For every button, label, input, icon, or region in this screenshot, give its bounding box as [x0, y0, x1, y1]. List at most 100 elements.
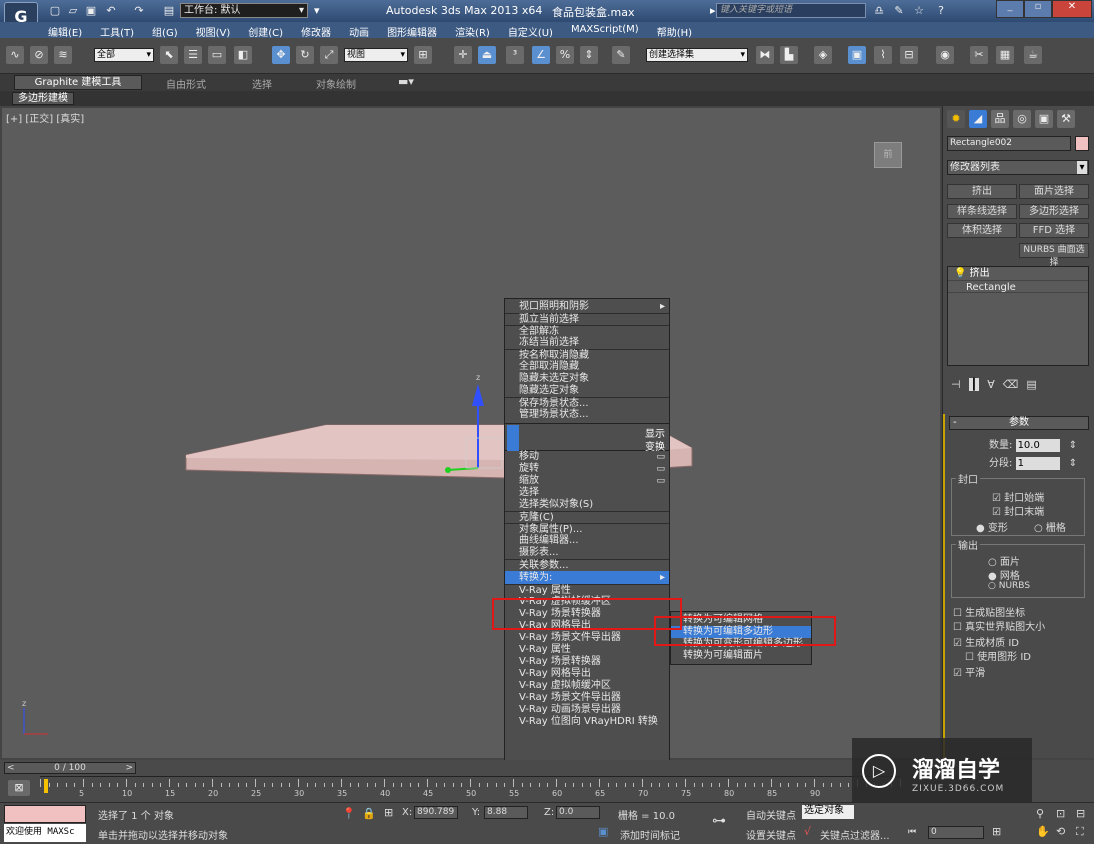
- unlink-icon[interactable]: ⊘: [30, 46, 48, 64]
- select-by-name-icon[interactable]: ☰: [184, 46, 202, 64]
- project-folder-icon[interactable]: ▤: [160, 2, 178, 20]
- menu-move[interactable]: 移动 ▭: [505, 451, 669, 463]
- segments-spinner[interactable]: 1: [1015, 457, 1060, 470]
- menu-scale[interactable]: 缩放 ▭: [505, 475, 669, 487]
- new-file-icon[interactable]: ▢: [46, 2, 64, 20]
- title-menu-arrow-icon[interactable]: ▾: [314, 4, 320, 17]
- settings-box-icon[interactable]: ▭: [656, 451, 665, 463]
- goto-start-icon[interactable]: ⏮: [908, 827, 916, 837]
- zoom-all-icon[interactable]: ⊟: [1076, 807, 1085, 820]
- lightbulb-icon[interactable]: 💡: [954, 268, 966, 279]
- menu-manage-scene-states[interactable]: 管理场景状态...: [505, 409, 669, 421]
- menu-rendering[interactable]: 渲染(R): [455, 24, 490, 39]
- mod-button-extrude[interactable]: 挤出: [947, 184, 1017, 199]
- maximize-button[interactable]: ▫: [1024, 0, 1052, 18]
- make-unique-icon[interactable]: ∀: [987, 378, 995, 391]
- gen-mat-ids-checkbox[interactable]: ☑ 生成材质 ID: [953, 634, 1019, 649]
- edit-named-sets-icon[interactable]: ✎: [612, 46, 630, 64]
- remove-modifier-icon[interactable]: ⌫: [1003, 378, 1019, 391]
- menu-graph-editors[interactable]: 图形编辑器: [387, 24, 437, 39]
- rendered-frame-icon[interactable]: ▦: [996, 46, 1014, 64]
- time-config-icon[interactable]: ⊞: [992, 825, 1001, 838]
- cap-end-checkbox[interactable]: ☑ 封口末端: [992, 503, 1044, 518]
- output-nurbs-radio[interactable]: ○ NURBS: [988, 581, 1030, 591]
- z-coord-field[interactable]: 0.0: [556, 806, 600, 819]
- menu-customize[interactable]: 自定义(U): [508, 24, 553, 39]
- menu-convert-patch[interactable]: 转换为可编辑面片: [671, 650, 811, 662]
- menu-convert-to[interactable]: 转换为: ▸: [505, 571, 669, 584]
- menu-select-similar[interactable]: 选择类似对象(S): [505, 499, 669, 511]
- tab-object-paint[interactable]: 对象绘制: [316, 76, 356, 91]
- tools-icon[interactable]: ✎: [890, 2, 908, 20]
- object-name-field[interactable]: Rectangle002: [947, 136, 1071, 151]
- mini-curve-editor-icon[interactable]: ⊠: [8, 780, 30, 796]
- viewport-front[interactable]: [+] [正交] [真实] 前 z z 视口照明和阴影 ▸ 孤立当前选择 全部解冻…: [2, 108, 940, 788]
- modifier-list-dropdown[interactable]: 修改器列表 ▾: [947, 160, 1089, 175]
- mod-button-ffd-select[interactable]: FFD 选择: [1019, 223, 1089, 238]
- tab-freeform[interactable]: 自由形式: [166, 76, 206, 91]
- mirror-icon[interactable]: ⧓: [756, 46, 774, 64]
- display-tab-icon[interactable]: ▣: [1035, 110, 1053, 128]
- zoom-extents-icon[interactable]: ⊡: [1056, 807, 1065, 820]
- params-header[interactable]: - 参数: [949, 416, 1089, 430]
- time-prev-icon[interactable]: <: [7, 763, 15, 773]
- close-button[interactable]: ✕: [1052, 0, 1092, 18]
- menu-wire-parameters[interactable]: 关联参数...: [505, 559, 669, 571]
- menu-vray-properties-2[interactable]: V-Ray 属性: [505, 644, 669, 656]
- menu-views[interactable]: 视图(V): [196, 24, 231, 39]
- keyboard-shortcut-icon[interactable]: ⏏: [478, 46, 496, 64]
- favorites-icon[interactable]: ☆: [910, 2, 928, 20]
- cap-start-checkbox[interactable]: ☑ 封口始端: [992, 489, 1044, 504]
- time-tag-icon[interactable]: ▣: [598, 825, 608, 838]
- add-time-tag[interactable]: 添加时间标记: [620, 827, 680, 842]
- render-setup-icon[interactable]: ✂: [970, 46, 988, 64]
- menu-vray-scene-exporter[interactable]: V-Ray 场景文件导出器: [505, 632, 669, 644]
- menu-unhide-all[interactable]: 全部取消隐藏: [505, 361, 669, 373]
- binoculars-icon[interactable]: ♎: [870, 2, 888, 20]
- graphite-toggle-icon[interactable]: ▣: [848, 46, 866, 64]
- rotate-icon[interactable]: ↻: [296, 46, 314, 64]
- maximize-viewport-icon[interactable]: ⛶: [1076, 825, 1084, 839]
- mod-button-poly-select[interactable]: 多边形选择: [1019, 204, 1089, 219]
- show-end-result-icon[interactable]: ┃: [968, 378, 980, 391]
- menu-vray-bitmap-hdri[interactable]: V-Ray 位图向 VRayHDRI 转换: [505, 716, 669, 728]
- link-icon[interactable]: ∿: [6, 46, 24, 64]
- reference-coord-dropdown[interactable]: 视图 ▾: [344, 48, 408, 62]
- curve-editor-icon[interactable]: ⌇: [874, 46, 892, 64]
- selection-filter-dropdown[interactable]: 全部 ▾: [94, 48, 154, 62]
- menu-group[interactable]: 组(G): [152, 24, 178, 39]
- key-icon[interactable]: ⊶: [712, 813, 726, 829]
- menu-hide-selection[interactable]: 隐藏选定对象: [505, 385, 669, 397]
- schematic-view-icon[interactable]: ⊟: [900, 46, 918, 64]
- menu-vray-mesh-export-2[interactable]: V-Ray 网格导出: [505, 668, 669, 680]
- mod-button-spline-select[interactable]: 样条线选择: [947, 204, 1017, 219]
- move-icon[interactable]: ✥: [272, 46, 290, 64]
- menu-maxscript[interactable]: MAXScript(M): [571, 24, 639, 39]
- menu-edit[interactable]: 编辑(E): [48, 24, 82, 39]
- mod-button-nurbs-select[interactable]: NURBS 曲面选择: [1019, 243, 1089, 268]
- ribbon-options-icon[interactable]: ▬▾: [398, 75, 414, 88]
- menu-viewport-lighting[interactable]: 视口照明和阴影 ▸: [505, 301, 669, 313]
- set-key-icon[interactable]: √: [804, 825, 811, 838]
- menu-unhide-by-name[interactable]: 按名称取消隐藏: [505, 349, 669, 361]
- help-icon[interactable]: ?: [932, 2, 950, 20]
- menu-vray-properties[interactable]: V-Ray 属性: [505, 584, 669, 596]
- tab-polygon-modeling[interactable]: 多边形建模: [12, 92, 74, 105]
- create-tab-icon[interactable]: ✹: [947, 110, 965, 128]
- menu-vray-anim-exporter[interactable]: V-Ray 动画场景导出器: [505, 704, 669, 716]
- spinner-arrows-icon[interactable]: ⇕: [1069, 440, 1077, 451]
- undo-icon[interactable]: ↶: [102, 2, 120, 20]
- mod-button-vol-select[interactable]: 体积选择: [947, 223, 1017, 238]
- output-mesh-radio[interactable]: ● 网格: [988, 567, 1020, 582]
- auto-key-button[interactable]: 自动关键点: [746, 807, 796, 822]
- utilities-tab-icon[interactable]: ⚒: [1057, 110, 1075, 128]
- menu-object-properties[interactable]: 对象属性(P)...: [505, 523, 669, 535]
- motion-tab-icon[interactable]: ◎: [1013, 110, 1031, 128]
- angle-snap-icon[interactable]: ∠: [532, 46, 550, 64]
- modify-tab-icon[interactable]: ◢: [969, 110, 987, 128]
- menu-curve-editor[interactable]: 曲线编辑器...: [505, 535, 669, 547]
- stack-item-rectangle[interactable]: Rectangle: [948, 280, 1088, 293]
- menu-dope-sheet[interactable]: 摄影表...: [505, 547, 669, 559]
- menu-modifiers[interactable]: 修改器: [301, 24, 331, 39]
- render-teapot-icon[interactable]: ☕: [1024, 46, 1042, 64]
